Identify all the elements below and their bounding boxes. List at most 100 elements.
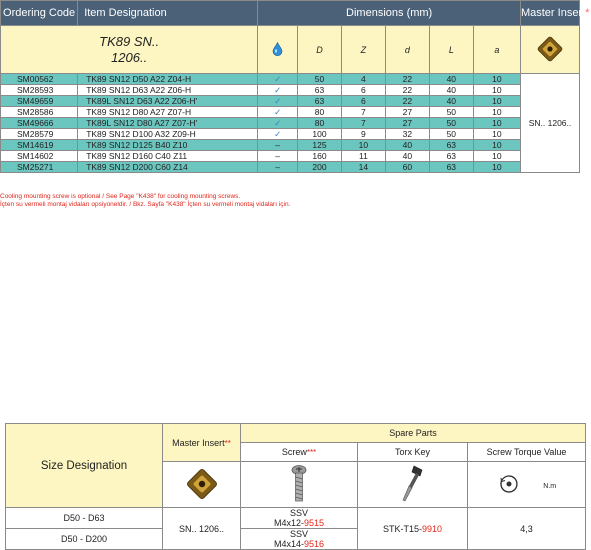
no-coolant-dash: – [257, 139, 298, 151]
dim-a: 10 [472, 117, 521, 129]
dim-Z: 10 [340, 139, 386, 151]
dim-a: 10 [472, 161, 521, 173]
dim-D: 80 [296, 106, 342, 118]
coolant-drop-icon [272, 41, 283, 56]
dim-D: 160 [296, 150, 342, 162]
col-L-header: L [428, 25, 474, 74]
item-designation: TK89 SN12 D80 A27 Z07-H [77, 106, 259, 118]
col-d-header: d [384, 25, 430, 74]
dim-D: 63 [296, 84, 342, 96]
spare-insert-image [162, 461, 241, 508]
dim-d: 22 [384, 73, 430, 85]
screw-2-code: 9516 [303, 539, 325, 549]
ordering-code: SM49659 [0, 95, 79, 107]
screw-2: SSV M4x14-9516 [240, 528, 358, 550]
item-designation: TK89 SN12 D50 A22 Z04-H [77, 73, 259, 85]
footnote-tr: İçten su vermeli montaj vidaları opsiyon… [0, 201, 291, 208]
item-designation-header: Item Designation [77, 0, 259, 26]
check-icon: ✓ [257, 73, 298, 85]
ordering-code: SM25271 [0, 161, 79, 173]
dim-D: 100 [296, 128, 342, 140]
ordering-code: SM14619 [0, 139, 79, 151]
screw-label: Screw [281, 447, 307, 457]
ordering-code: SM49666 [0, 117, 79, 129]
torx-key-icon [402, 465, 422, 501]
dim-D: 200 [296, 161, 342, 173]
size-designation-2: D50 - D200 [5, 528, 163, 550]
torx-key-value: STK-T15-9910 [357, 507, 468, 550]
spare-parts-header: Spare Parts [239, 423, 587, 443]
master-insert-header: Master Insert* [519, 0, 589, 26]
screw-icon [291, 464, 307, 501]
dim-Z: 7 [340, 106, 386, 118]
dim-Z: 4 [340, 73, 386, 85]
dim-a: 10 [472, 84, 521, 96]
dim-Z: 11 [340, 150, 386, 162]
screw-1-size: M4x12- [273, 518, 304, 528]
table-row: SM00562 TK89 SN12 D50 A22 Z04-H ✓ 50 4 2… [0, 73, 581, 173]
ordering-code-header: Ordering Code [0, 0, 79, 26]
master-insert-asterisk: * [585, 6, 590, 19]
dim-Z: 7 [340, 117, 386, 129]
dim-Z: 6 [340, 84, 386, 96]
torque-value: 4,3 [466, 507, 587, 550]
item-designation: TK89 SN12 D125 B40 Z10 [77, 139, 259, 151]
torx-key-image [357, 461, 468, 508]
family-designation: TK89 SN.. 1206.. [0, 25, 259, 74]
table-row: SM49659 TK89L SN12 D63 A22 Z06-H' ✓ 63 6… [0, 95, 580, 107]
check-icon: ✓ [257, 95, 298, 107]
no-coolant-dash: – [257, 150, 298, 162]
square-insert-icon [537, 36, 563, 61]
dim-D: 80 [296, 117, 342, 129]
master-insert-image [519, 25, 581, 74]
table-row: SM49666 TK89L SN12 D80 A27 Z07-H' ✓ 80 7… [0, 117, 580, 129]
family-line2: 1206.. [111, 49, 148, 65]
dim-Z: 14 [340, 161, 386, 173]
product-table: Ordering Code Item Designation Dimension… [0, 0, 589, 173]
screw-2-size: M4x14- [273, 539, 304, 549]
check-icon: ✓ [257, 84, 298, 96]
check-icon: ✓ [257, 106, 298, 118]
item-designation: TK89L SN12 D80 A27 Z07-H' [77, 117, 259, 129]
table-row: SM14602 TK89 SN12 D160 C40 Z11 – 160 11 … [0, 150, 580, 162]
dim-a: 10 [472, 128, 521, 140]
item-designation: TK89L SN12 D63 A22 Z06-H' [77, 95, 259, 107]
table-row: SM28579 TK89 SN12 D100 A32 Z09-H ✓ 100 9… [0, 128, 580, 140]
master-insert-value: SN.. 1206.. [519, 73, 581, 173]
spare-master-insert-header: Master Insert** [162, 423, 241, 462]
spare-master-insert-label: Master Insert [172, 437, 225, 448]
torque-image: N.m [466, 461, 587, 508]
item-designation: TK89 SN12 D160 C40 Z11 [77, 150, 259, 162]
dim-a: 10 [472, 73, 521, 85]
no-coolant-dash: – [257, 161, 298, 173]
dim-Z: 9 [340, 128, 386, 140]
screw-header: Screw*** [240, 442, 358, 462]
col-a-header: a [472, 25, 521, 74]
spare-parts-table: Size Designation Master Insert** Spare P… [5, 423, 587, 550]
dim-L: 63 [428, 150, 474, 162]
dim-L: 40 [428, 73, 474, 85]
screw-1-code: 9515 [303, 518, 325, 528]
dim-L: 50 [428, 128, 474, 140]
dim-a: 10 [472, 106, 521, 118]
ordering-code: SM28593 [0, 84, 79, 96]
ordering-code: SM28579 [0, 128, 79, 140]
footnote-en: Cooling mounting screw is optional / See… [0, 193, 241, 200]
dim-L: 63 [428, 139, 474, 151]
coolant-column-header [257, 25, 298, 74]
master-insert-label: Master Insert [520, 6, 586, 19]
dim-a: 10 [472, 150, 521, 162]
dim-D: 125 [296, 139, 342, 151]
screw-image [240, 461, 358, 508]
footnotes: Cooling mounting screw is optional / See… [0, 193, 590, 209]
check-icon: ✓ [257, 117, 298, 129]
screw-1-type: SSV [289, 508, 308, 518]
screw-1: SSV M4x12-9515 [240, 507, 358, 529]
dim-a: 10 [472, 95, 521, 107]
torx-key-header: Torx Key [357, 442, 468, 462]
dim-L: 50 [428, 106, 474, 118]
dim-D: 50 [296, 73, 342, 85]
spare-master-insert-asterisk: ** [224, 438, 231, 448]
table-row: SM25271 TK89 SN12 D200 C60 Z14 – 200 14 … [0, 161, 580, 173]
screw-asterisk: *** [306, 448, 317, 457]
